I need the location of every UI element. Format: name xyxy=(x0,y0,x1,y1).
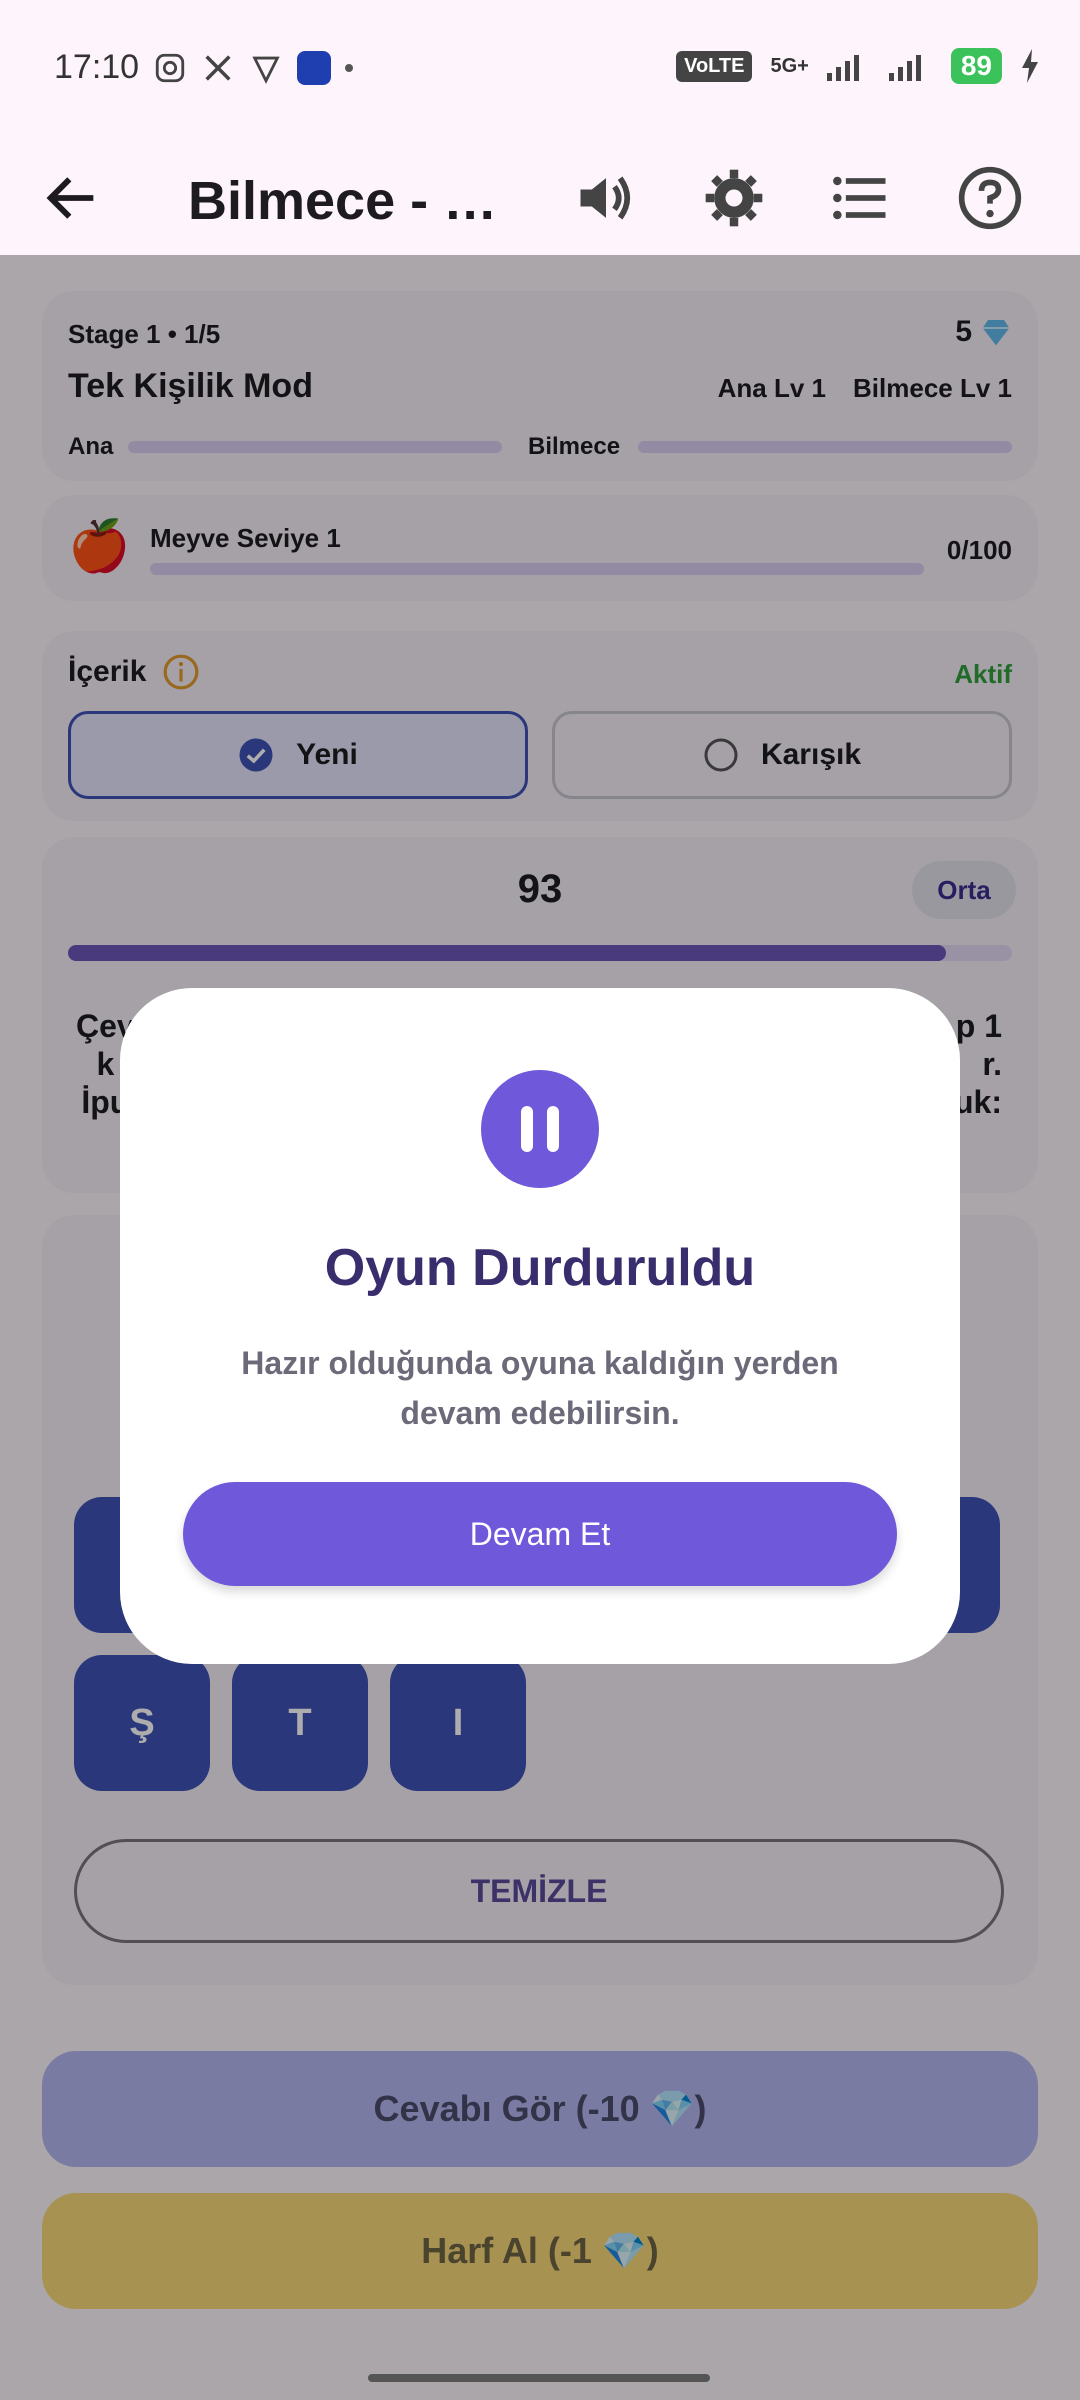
app-bar: Bilmece - T… xyxy=(0,140,1080,255)
signal-icon xyxy=(826,55,859,81)
settings-gear-icon[interactable] xyxy=(700,164,768,232)
dialog-message: Hazır olduğunda oyuna kaldığın yerden de… xyxy=(241,1345,839,1431)
status-time: 17:10 xyxy=(54,48,140,86)
pause-dialog: Oyun Durduruldu Hazır olduğunda oyuna ka… xyxy=(120,988,960,1664)
continue-button[interactable]: Devam Et xyxy=(183,1482,897,1586)
help-icon[interactable] xyxy=(956,164,1024,232)
more-notifications-dot xyxy=(345,63,354,72)
volte-badge: VoLTE xyxy=(676,50,753,82)
status-bar: 17:10 VoLTE 5G+ 89 xyxy=(0,0,1080,140)
home-indicator[interactable] xyxy=(368,2374,710,2382)
list-icon[interactable] xyxy=(826,164,894,232)
charging-icon xyxy=(1022,49,1038,83)
x-icon xyxy=(205,54,231,81)
vpn-shield-icon xyxy=(252,56,280,84)
app-notification-icon xyxy=(297,50,332,85)
signal-icon-2 xyxy=(888,55,921,81)
pause-icon xyxy=(481,1070,599,1188)
network-label: 5G+ xyxy=(770,54,809,77)
instagram-icon xyxy=(155,53,185,82)
volume-icon[interactable] xyxy=(572,164,640,232)
dialog-title: Oyun Durduruldu xyxy=(324,1239,756,1297)
arrow-back-icon[interactable] xyxy=(40,166,104,230)
battery-level: 89 xyxy=(950,48,1002,84)
page-title: Bilmece - T… xyxy=(188,171,518,231)
